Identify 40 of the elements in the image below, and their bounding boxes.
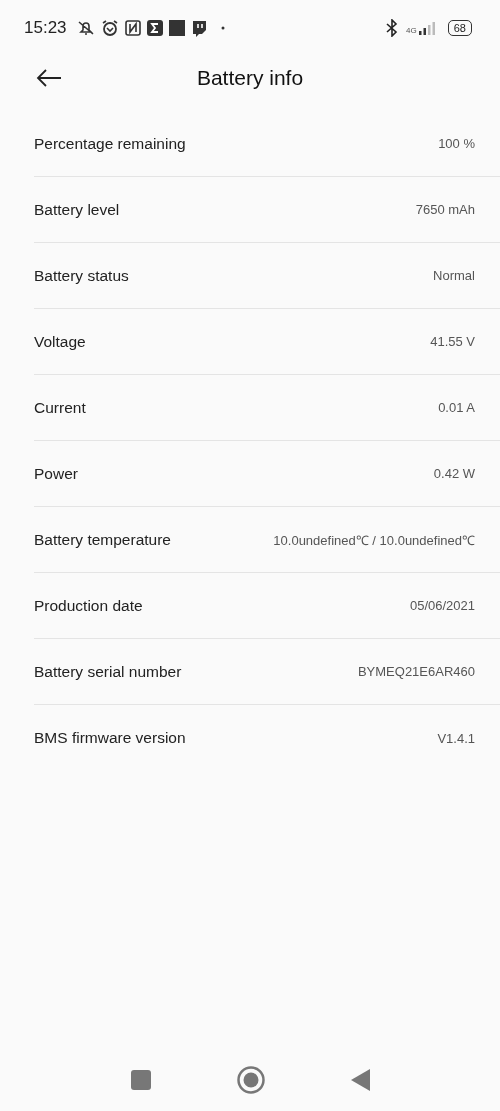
row-label: Voltage bbox=[34, 332, 86, 351]
bluetooth-icon bbox=[386, 19, 399, 37]
row-value: 41.55 V bbox=[430, 334, 475, 349]
row-label: Current bbox=[34, 398, 86, 417]
muted-bell-icon bbox=[76, 19, 95, 37]
square-icon bbox=[168, 20, 185, 36]
row-label: Production date bbox=[34, 596, 143, 615]
row-value: 10.0undefined℃ / 10.0undefined℃ bbox=[273, 531, 475, 549]
recents-button[interactable] bbox=[130, 1070, 151, 1090]
row-label: Percentage remaining bbox=[34, 134, 186, 153]
alarm-clock-icon bbox=[100, 19, 119, 37]
row-value: V1.4.1 bbox=[437, 730, 475, 746]
dot-icon bbox=[220, 26, 225, 30]
row-label: Battery serial number bbox=[34, 662, 182, 681]
row-value: Normal bbox=[433, 268, 475, 283]
battery-indicator: 68 bbox=[447, 20, 472, 36]
nfc-icon bbox=[124, 20, 141, 36]
row-value: 0.01 A bbox=[438, 400, 475, 415]
row-value: BYMEQ21E6AR460 bbox=[357, 664, 475, 679]
page-title: Battery info bbox=[196, 66, 304, 90]
home-circle-icon bbox=[236, 1066, 265, 1094]
row-label: Battery level bbox=[34, 200, 120, 219]
row-value: 7650 mAh bbox=[415, 202, 475, 217]
signal-icon bbox=[417, 21, 438, 35]
row-label: Battery status bbox=[34, 266, 129, 285]
triangle-back-icon bbox=[350, 1069, 370, 1091]
row-label: Battery temperature bbox=[34, 530, 171, 549]
row-label: BMS firmware version bbox=[34, 729, 186, 747]
home-button[interactable] bbox=[236, 1066, 265, 1094]
row-value: 0.42 W bbox=[433, 466, 475, 481]
back-arrow-icon bbox=[36, 69, 62, 87]
network-type: 4G bbox=[406, 27, 417, 35]
row-value: 05/06/2021 bbox=[409, 598, 475, 613]
chat-icon bbox=[190, 19, 207, 37]
clock: 15:23 bbox=[24, 18, 67, 38]
square-icon bbox=[130, 1070, 151, 1090]
back-nav-button[interactable] bbox=[350, 1069, 370, 1091]
sigma-icon bbox=[146, 20, 163, 36]
row-value: 100 % bbox=[438, 136, 475, 151]
row-label: Power bbox=[34, 464, 78, 483]
